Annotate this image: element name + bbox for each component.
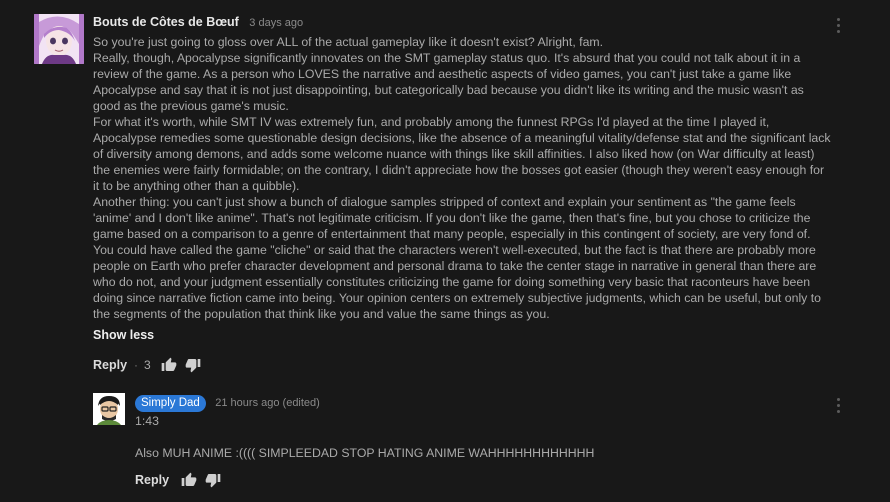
- comment-header: Bouts de Côtes de Bœuf 3 days ago: [93, 10, 833, 34]
- comment-author[interactable]: Bouts de Côtes de Bœuf: [93, 15, 239, 29]
- comment-paragraph: Really, though, Apocalypse significantly…: [93, 51, 804, 113]
- reply-body: Simply Dad 21 hours ago (edited) 1:43 Al…: [135, 392, 835, 493]
- separator-dot: ·: [134, 358, 139, 372]
- reply-author-badge[interactable]: Simply Dad: [135, 395, 206, 412]
- reply-menu-icon[interactable]: [835, 398, 841, 416]
- comment-menu-icon[interactable]: [835, 18, 841, 36]
- comment-paragraph: For what it's worth, while SMT IV was ex…: [93, 115, 831, 193]
- show-less-button[interactable]: Show less: [93, 326, 833, 344]
- reply-line: Also MUH ANIME :(((( SIMPLEEDAD STOP HAT…: [135, 446, 595, 460]
- comment-actions: Reply · 3: [93, 352, 833, 378]
- thumbs-down-icon[interactable]: [185, 357, 201, 373]
- reply-line: [135, 429, 835, 445]
- thumbs-down-icon[interactable]: [205, 472, 221, 488]
- thumbs-up-icon[interactable]: [181, 472, 197, 488]
- like-count: 3: [144, 358, 151, 372]
- reply-button[interactable]: Reply: [135, 473, 169, 487]
- thumbs-up-icon[interactable]: [161, 357, 177, 373]
- avatar[interactable]: [34, 14, 84, 64]
- comment-paragraph: So you're just going to gloss over ALL o…: [93, 35, 604, 49]
- reply-actions: Reply: [135, 467, 835, 493]
- comment-body: Bouts de Côtes de Bœuf 3 days ago So you…: [93, 10, 833, 378]
- reply-avatar[interactable]: [93, 393, 125, 425]
- reply-button[interactable]: Reply: [93, 358, 127, 372]
- reply-text: 1:43 Also MUH ANIME :(((( SIMPLEEDAD STO…: [135, 413, 835, 461]
- comment-text: So you're just going to gloss over ALL o…: [93, 34, 833, 322]
- reply-header: Simply Dad 21 hours ago (edited): [135, 392, 835, 412]
- reply-time[interactable]: 21 hours ago (edited): [215, 397, 320, 409]
- comment-paragraph: Another thing: you can't just show a bun…: [93, 195, 821, 321]
- comment-time[interactable]: 3 days ago: [249, 17, 303, 29]
- reply-line: 1:43: [135, 414, 159, 428]
